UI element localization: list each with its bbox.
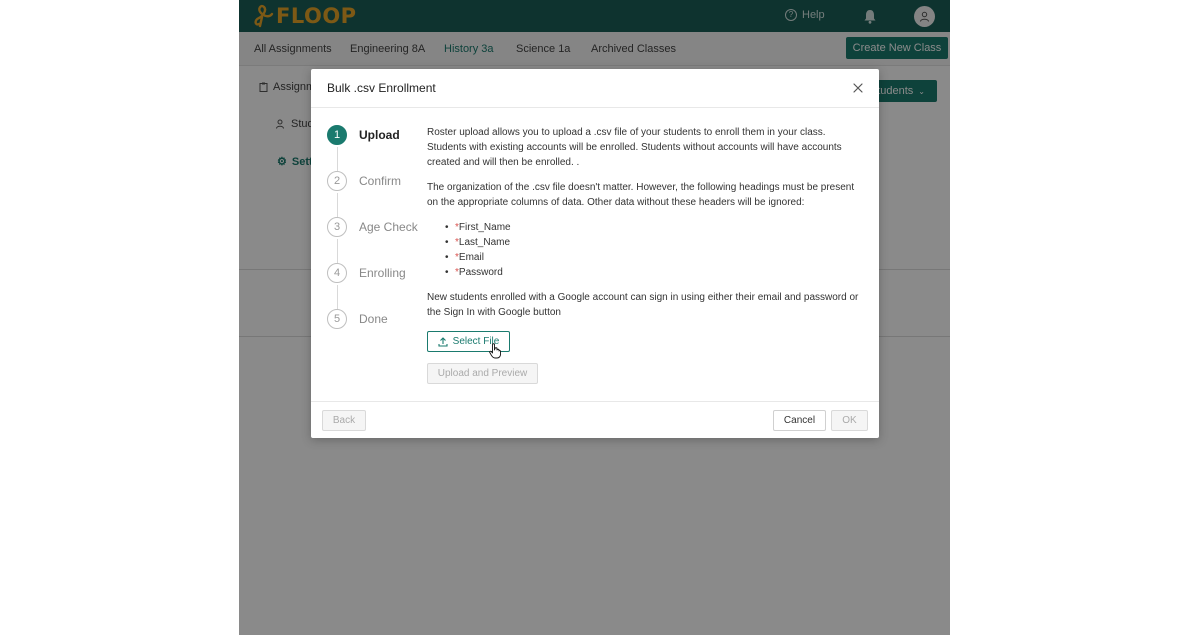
header-name: First_Name — [458, 222, 511, 233]
close-icon[interactable] — [851, 81, 865, 95]
step-label: Enrolling — [359, 266, 406, 280]
header-name: Password — [458, 267, 503, 278]
header-name: Last_Name — [458, 237, 511, 248]
upload-icon — [438, 336, 448, 347]
step-number: 2 — [327, 171, 347, 191]
back-button[interactable]: Back — [322, 410, 366, 431]
list-item: *Last_Name — [445, 235, 859, 250]
list-item: *First_Name — [445, 220, 859, 235]
modal-footer: Back Cancel OK — [311, 401, 879, 439]
list-item: *Email — [445, 250, 859, 265]
step-connector — [337, 193, 338, 217]
step-number: 1 — [327, 125, 347, 145]
list-item: *Password — [445, 265, 859, 280]
step-upload: 1 Upload — [327, 124, 427, 146]
steps-indicator: 1 Upload 2 Confirm 3 Age Check 4 Enrolli… — [327, 124, 427, 344]
required-headers-list: *First_Name *Last_Name *Email *Password — [427, 220, 859, 280]
hand-cursor-icon — [489, 343, 501, 359]
modal-header: Bulk .csv Enrollment — [311, 69, 879, 108]
header-name: Email — [458, 252, 484, 263]
step-connector — [337, 285, 338, 309]
step-label: Upload — [359, 128, 400, 142]
step-done: 5 Done — [327, 308, 427, 330]
step-connector — [337, 239, 338, 263]
step-enrolling: 4 Enrolling — [327, 262, 427, 284]
cancel-button[interactable]: Cancel — [773, 410, 826, 431]
step-confirm: 2 Confirm — [327, 170, 427, 192]
step-number: 3 — [327, 217, 347, 237]
step-label: Confirm — [359, 174, 402, 188]
upload-instructions: Roster upload allows you to upload a .cs… — [427, 125, 859, 330]
google-paragraph: New students enrolled with a Google acco… — [427, 292, 859, 318]
modal-title: Bulk .csv Enrollment — [327, 81, 436, 95]
step-label: Done — [359, 312, 388, 326]
ok-button[interactable]: OK — [831, 410, 868, 431]
step-connector — [337, 147, 338, 171]
bulk-enrollment-modal: Bulk .csv Enrollment 1 Upload 2 Confirm … — [311, 69, 879, 438]
step-age-check: 3 Age Check — [327, 216, 427, 238]
intro-paragraph: Roster upload allows you to upload a .cs… — [427, 127, 842, 168]
step-number: 4 — [327, 263, 347, 283]
upload-preview-button[interactable]: Upload and Preview — [427, 363, 538, 384]
step-label: Age Check — [359, 220, 418, 234]
headings-paragraph: The organization of the .csv file doesn'… — [427, 182, 855, 208]
step-number: 5 — [327, 309, 347, 329]
